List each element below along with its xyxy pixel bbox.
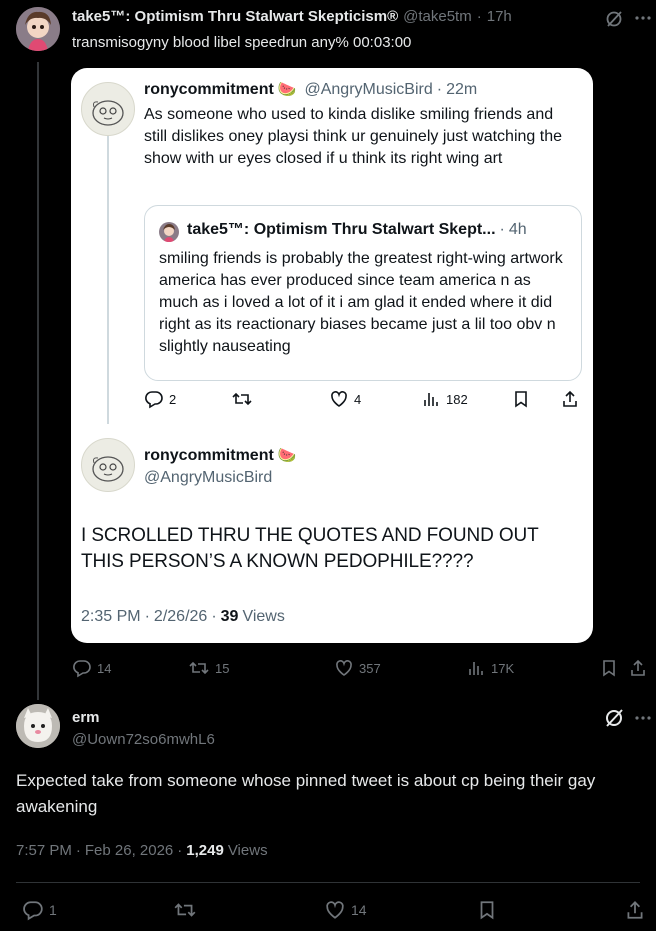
parent-bookmark-action — [511, 389, 531, 409]
share-icon — [627, 901, 643, 919]
views-icon — [469, 662, 483, 675]
reply-share-button[interactable] — [624, 899, 646, 921]
reply-icon — [23, 901, 43, 921]
more-icon[interactable] — [634, 708, 652, 728]
tweet-time[interactable]: 17h — [487, 8, 512, 25]
main-author-handle: @AngryMusicBird — [144, 469, 273, 486]
reply-repost-button[interactable] — [173, 899, 197, 921]
avatar — [81, 82, 135, 136]
parent-author-name: ronycommitment — [144, 81, 274, 98]
more-icon[interactable] — [634, 8, 652, 28]
tweet-text: transmisogyny blood libel speedrun any% … — [72, 34, 412, 51]
reply-views-count: 1,249 — [186, 842, 224, 859]
heart-icon — [326, 901, 344, 919]
parent-reply-action: 2 — [144, 389, 176, 409]
like-button[interactable]: 357 — [334, 658, 381, 678]
reply-author-name[interactable]: erm — [72, 709, 100, 726]
watermelon-emoji: 🍉 — [277, 447, 297, 464]
parent-reply-count: 2 — [169, 391, 177, 407]
quote-time: 4h — [508, 221, 527, 238]
reply-time[interactable]: 7:57 PM — [16, 842, 72, 859]
quote-author-name: take5™: Optimism Thru Stalwart Skept... — [187, 221, 496, 238]
bookmark-button[interactable] — [599, 658, 619, 678]
reply-date[interactable]: Feb 26, 2026 — [85, 842, 173, 859]
parent-share-action — [560, 389, 580, 409]
repost-icon — [189, 661, 209, 675]
share-button[interactable] — [628, 658, 648, 678]
main-author-name: ronycommitment — [144, 447, 274, 464]
reply-text: Expected take from someone whose pinned … — [16, 771, 596, 816]
parent-text: As someone who used to kinda dislike smi… — [144, 106, 562, 167]
author-handle[interactable]: @take5tm — [403, 8, 472, 25]
reply-views-label: Views — [227, 842, 268, 859]
separator-dot: · — [75, 842, 81, 859]
separator-dot: · — [144, 608, 150, 625]
views-count: 17K — [491, 660, 515, 676]
views-icon — [424, 393, 438, 406]
repost-button[interactable]: 15 — [188, 658, 229, 678]
main-views-label: Views — [242, 608, 285, 625]
avatar — [81, 438, 135, 492]
main-time: 2:35 PM — [81, 608, 141, 625]
thread-line — [37, 62, 39, 700]
repost-icon — [174, 903, 196, 917]
separator-dot: · — [211, 608, 217, 625]
share-icon — [631, 659, 645, 676]
bookmark-icon — [480, 901, 494, 920]
main-text: I SCROLLED THRU THE QUOTES AND FOUND OUT… — [81, 525, 539, 572]
avatar[interactable] — [16, 704, 60, 748]
main-date: 2/26/26 — [153, 608, 208, 625]
share-icon — [563, 390, 577, 407]
watermelon-emoji: 🍉 — [277, 81, 297, 98]
separator-dot: · — [177, 842, 183, 859]
parent-time: 22m — [446, 81, 478, 98]
parent-like-count: 4 — [354, 391, 362, 407]
reply-button[interactable]: 14 — [72, 658, 111, 678]
avatar-image-icon — [16, 704, 60, 748]
bookmark-icon — [515, 391, 527, 408]
parent-views-action: 182 — [421, 389, 468, 409]
parent-like-action: 4 — [329, 389, 361, 409]
sketch-avatar-icon — [92, 456, 124, 482]
grok-icon[interactable] — [604, 9, 624, 29]
reply-count: 14 — [97, 660, 112, 676]
embedded-screenshot-card[interactable]: ronycommitment 🍉 @AngryMusicBird · 22m A… — [71, 68, 593, 643]
bookmark-icon — [603, 660, 615, 677]
repost-icon — [232, 392, 252, 406]
repost-count: 15 — [215, 660, 230, 676]
quote-avatar — [159, 222, 179, 242]
reply-reply-button[interactable]: 1 — [22, 899, 57, 921]
separator-dot: · — [476, 8, 482, 25]
parent-repost-action — [231, 389, 253, 409]
reply-icon — [73, 660, 91, 678]
separator-dot: · — [436, 81, 443, 98]
reply-bookmark-button[interactable] — [476, 899, 498, 921]
quoted-tweet: take5™: Optimism Thru Stalwart Skept... … — [144, 205, 582, 381]
reply-author-handle[interactable]: @Uown72so6mwhL6 — [72, 731, 215, 748]
reply-icon — [145, 391, 163, 409]
quote-text: smiling friends is probably the greatest… — [159, 250, 563, 355]
reply-like-count: 14 — [351, 902, 367, 918]
author-name[interactable]: take5™: Optimism Thru Stalwart Skepticis… — [72, 8, 398, 25]
avatar-image-icon — [16, 7, 60, 51]
sketch-avatar-icon — [92, 100, 124, 126]
avatar[interactable] — [16, 7, 60, 51]
views-button[interactable]: 17K — [466, 658, 514, 678]
heart-icon — [331, 391, 347, 407]
like-count: 357 — [359, 660, 381, 676]
divider — [16, 882, 640, 883]
separator-dot: · — [499, 221, 505, 238]
reply-like-button[interactable]: 14 — [324, 899, 367, 921]
reply-reply-count: 1 — [49, 902, 57, 918]
inner-thread-line — [107, 124, 109, 424]
grok-icon[interactable] — [603, 707, 625, 729]
parent-author-handle: @AngryMusicBird — [304, 81, 433, 98]
main-views-count: 39 — [220, 608, 239, 625]
parent-views-count: 182 — [446, 391, 468, 407]
heart-icon — [336, 660, 352, 676]
